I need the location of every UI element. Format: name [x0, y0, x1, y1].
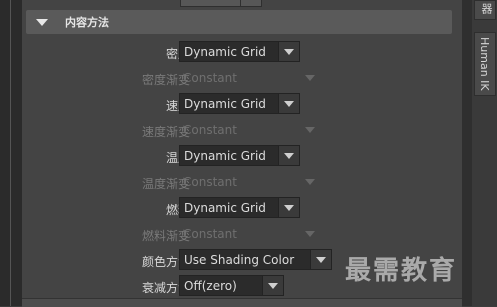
chevron-down-icon[interactable] — [262, 276, 283, 295]
velocity-dropdown[interactable]: Dynamic Grid — [179, 93, 300, 114]
panel-splitter[interactable] — [462, 0, 472, 306]
chevron-down-icon[interactable] — [278, 42, 299, 61]
color-method-dropdown[interactable]: Use Shading Color — [179, 249, 332, 270]
top-field-button[interactable] — [240, 0, 262, 7]
dropdown-value: Dynamic Grid — [184, 200, 266, 215]
dropdown-value: Dynamic Grid — [184, 96, 266, 111]
section-title: 内容方法 — [65, 16, 109, 29]
chevron-down-icon[interactable] — [278, 198, 299, 217]
left-panel-edge — [0, 0, 22, 306]
top-field[interactable] — [180, 0, 242, 7]
fuel-gradient-dropdown: Constant — [179, 223, 320, 244]
tab-human-ik[interactable]: Human IK — [474, 32, 496, 96]
top-controls-strip — [22, 0, 462, 8]
density-row: 密度 Dynamic Grid — [22, 40, 462, 66]
dropdown-value: Constant — [183, 70, 237, 85]
watermark: 最需教育 — [345, 256, 458, 286]
tab-label: 器 — [480, 3, 493, 14]
tab-attribute-editor[interactable]: 器 — [474, 0, 496, 20]
fuel-row: 燃料 Dynamic Grid — [22, 196, 462, 222]
collapse-triangle-icon[interactable] — [36, 18, 48, 26]
chevron-down-icon — [300, 172, 320, 191]
temperature-gradient-dropdown: Constant — [179, 171, 320, 192]
fuel-gradient-row: 燃料渐变 Constant — [22, 222, 462, 248]
chevron-down-icon — [300, 224, 320, 243]
chevron-down-icon[interactable] — [310, 250, 331, 269]
density-gradient-dropdown: Constant — [179, 67, 320, 88]
velocity-gradient-dropdown: Constant — [179, 119, 320, 140]
fuel-dropdown[interactable]: Dynamic Grid — [179, 197, 300, 218]
density-dropdown[interactable]: Dynamic Grid — [179, 41, 300, 62]
temperature-row: 温度 Dynamic Grid — [22, 144, 462, 170]
dropdown-value: Off(zero) — [184, 278, 237, 293]
density-gradient-row: 密度渐变 Constant — [22, 66, 462, 92]
right-side-tab-bar: 器 Human IK — [462, 0, 497, 306]
temperature-dropdown[interactable]: Dynamic Grid — [179, 145, 300, 166]
dropdown-value: Constant — [183, 122, 237, 137]
tab-label: Human IK — [478, 37, 491, 91]
dropdown-value: Dynamic Grid — [184, 44, 266, 59]
velocity-row: 速度 Dynamic Grid — [22, 92, 462, 118]
falloff-method-dropdown[interactable]: Off(zero) — [179, 275, 284, 296]
dropdown-value: Dynamic Grid — [184, 148, 266, 163]
content-methods-section-header[interactable]: 内容方法 — [26, 10, 452, 34]
dropdown-value: Constant — [183, 174, 237, 189]
dropdown-value: Constant — [183, 226, 237, 241]
chevron-down-icon — [300, 68, 320, 87]
temperature-gradient-row: 温度渐变 Constant — [22, 170, 462, 196]
chevron-down-icon — [300, 120, 320, 139]
dropdown-value: Use Shading Color — [184, 252, 295, 267]
velocity-gradient-row: 速度渐变 Constant — [22, 118, 462, 144]
chevron-down-icon[interactable] — [278, 94, 299, 113]
chevron-down-icon[interactable] — [278, 146, 299, 165]
